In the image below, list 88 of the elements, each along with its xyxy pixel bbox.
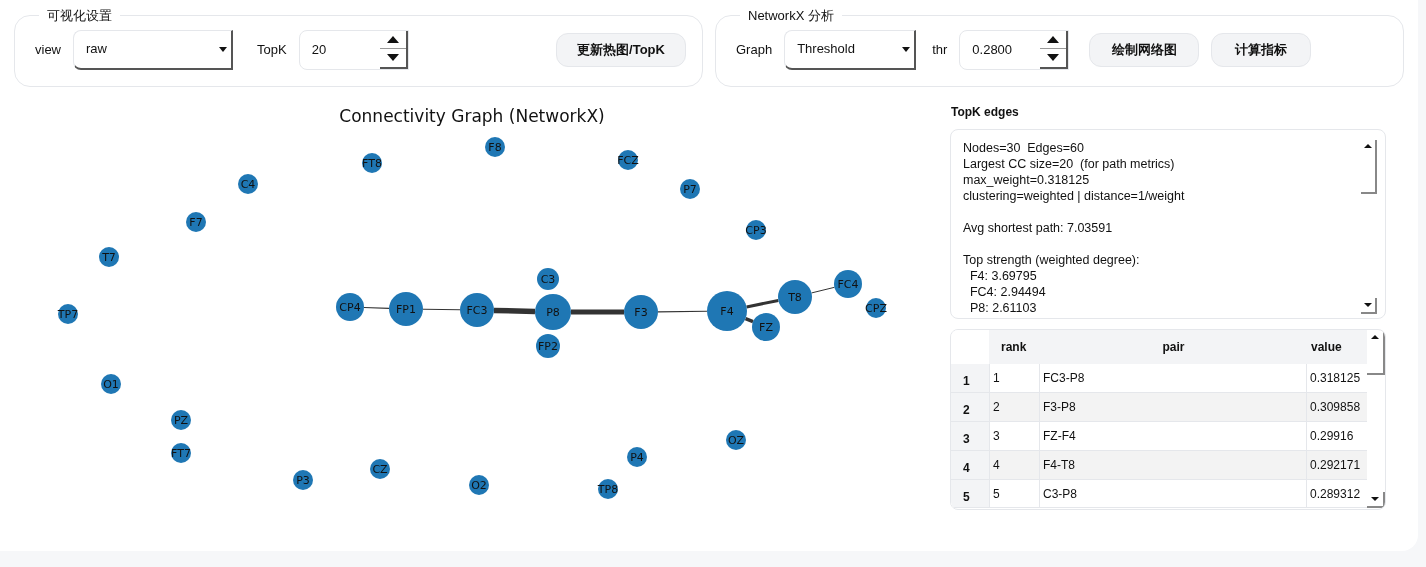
scroll-up-arrow-icon: [1371, 334, 1379, 339]
table-cell-text: 0.292171: [1309, 456, 1362, 474]
graph-node: F8: [485, 136, 505, 157]
action-button[interactable]: 绘制网络图: [1089, 32, 1200, 67]
edge-line: [422, 308, 461, 310]
graph-node: P3: [293, 469, 313, 490]
graph-node: PZ: [171, 409, 191, 430]
graph-node: C3: [537, 267, 559, 290]
row-index: 3: [951, 421, 989, 450]
graph-title: Connectivity Graph (NetworkX): [339, 105, 605, 126]
graph-node: CZ: [370, 458, 390, 479]
table-cell: 5: [989, 479, 1040, 508]
graph-node: P8: [535, 293, 571, 330]
report-line: max_weight=0.318125: [963, 171, 1091, 188]
edge-line: [744, 316, 754, 323]
edge-line: [571, 309, 624, 314]
column-header[interactable]: rank: [989, 329, 1040, 365]
field-label: Graph: [736, 40, 773, 59]
graph-node: T7: [99, 246, 119, 267]
table-cell-text: 0.29916: [1309, 427, 1355, 445]
table-cell-text: 0.289312: [1309, 485, 1362, 503]
table-cell: FC3-P8: [1040, 364, 1307, 392]
column-header[interactable]: pair: [1040, 329, 1307, 365]
edge-line: [493, 307, 536, 314]
row-index: 1: [951, 364, 989, 392]
table-cell: 1: [989, 364, 1040, 392]
action-button[interactable]: 更新热图/TopK: [556, 32, 686, 67]
graph-node: P4: [627, 446, 647, 467]
report-line: Largest CC size=20 (for path metrics): [963, 155, 1176, 172]
table-cell: 3: [989, 421, 1040, 450]
graph-node: O2: [469, 474, 489, 495]
scroll-down-arrow-icon: [1364, 302, 1372, 307]
report-line: F4: 3.69795: [968, 267, 1038, 284]
table-cell: 2: [989, 393, 1040, 421]
section-heading: TopK edges: [951, 103, 1020, 121]
number-input[interactable]: 20: [299, 30, 380, 69]
graph-node: P7: [680, 178, 700, 199]
edge-line: [657, 310, 708, 312]
graph-node: FP2: [536, 333, 560, 358]
select-field[interactable]: Threshold: [784, 29, 917, 70]
panel-legend: 可视化设置: [39, 6, 120, 26]
graph-node: T8: [778, 279, 812, 314]
edge-line: [811, 286, 835, 293]
scroll-up-arrow-icon: [1364, 143, 1372, 148]
select-field[interactable]: raw: [73, 29, 233, 70]
graph-node: FP1: [389, 291, 423, 326]
table-cell: F3-P8: [1040, 393, 1307, 421]
graph-node: F7: [186, 211, 206, 232]
report-line: Nodes=30 Edges=60: [963, 139, 1085, 156]
action-button[interactable]: 计算指标: [1211, 32, 1312, 67]
graph-node: CP3: [745, 219, 767, 240]
graph-node: FT7: [171, 442, 191, 463]
table-cell: FZ-F4: [1040, 421, 1307, 450]
field-label: TopK: [257, 40, 287, 59]
table-cell: C3-P8: [1040, 479, 1307, 508]
report-line: clustering=weighted | distance=1/weight: [963, 187, 1186, 204]
graph-node: OZ: [726, 429, 746, 450]
dropdown-caret-icon: [902, 46, 911, 52]
graph-node: FC4: [834, 269, 862, 298]
graph-node: FZ: [752, 312, 780, 341]
table-cell-text: 0.309858: [1309, 399, 1362, 416]
graph-node: FC3: [460, 292, 494, 327]
table-cell: F4-T8: [1040, 450, 1307, 479]
graph-node: F4: [707, 290, 747, 331]
report-line: P8: 2.61103: [968, 299, 1038, 316]
number-input[interactable]: 0.2800: [960, 30, 1041, 69]
table-cell: 4: [989, 450, 1040, 479]
edge-line: [363, 306, 390, 309]
report-line: Avg shortest path: 7.03591: [963, 219, 1114, 236]
row-index: 5: [951, 479, 989, 508]
edge-line: [746, 298, 779, 308]
column-header[interactable]: value: [1307, 329, 1367, 365]
graph-node: F3: [624, 294, 658, 329]
number-field[interactable]: 0.2800: [959, 29, 1070, 70]
field-label: view: [35, 40, 61, 59]
panel-legend: NetworkX 分析: [740, 6, 842, 26]
graph-node: O1: [101, 373, 121, 394]
report-line: Top strength (weighted degree):: [963, 251, 1141, 268]
dropdown-caret-icon: [219, 46, 227, 52]
table-cell-text: 0.318125: [1309, 370, 1362, 388]
number-field[interactable]: 20: [298, 29, 409, 70]
scroll-down-arrow-icon: [1371, 496, 1379, 501]
graph-node: C4: [238, 173, 258, 194]
graph-node: CP4: [336, 292, 364, 321]
graph-node: FT8: [362, 152, 382, 173]
field-label: thr: [932, 40, 948, 59]
report-textarea[interactable]: [950, 128, 1386, 319]
report-line: FC4: 2.94494: [968, 283, 1047, 300]
